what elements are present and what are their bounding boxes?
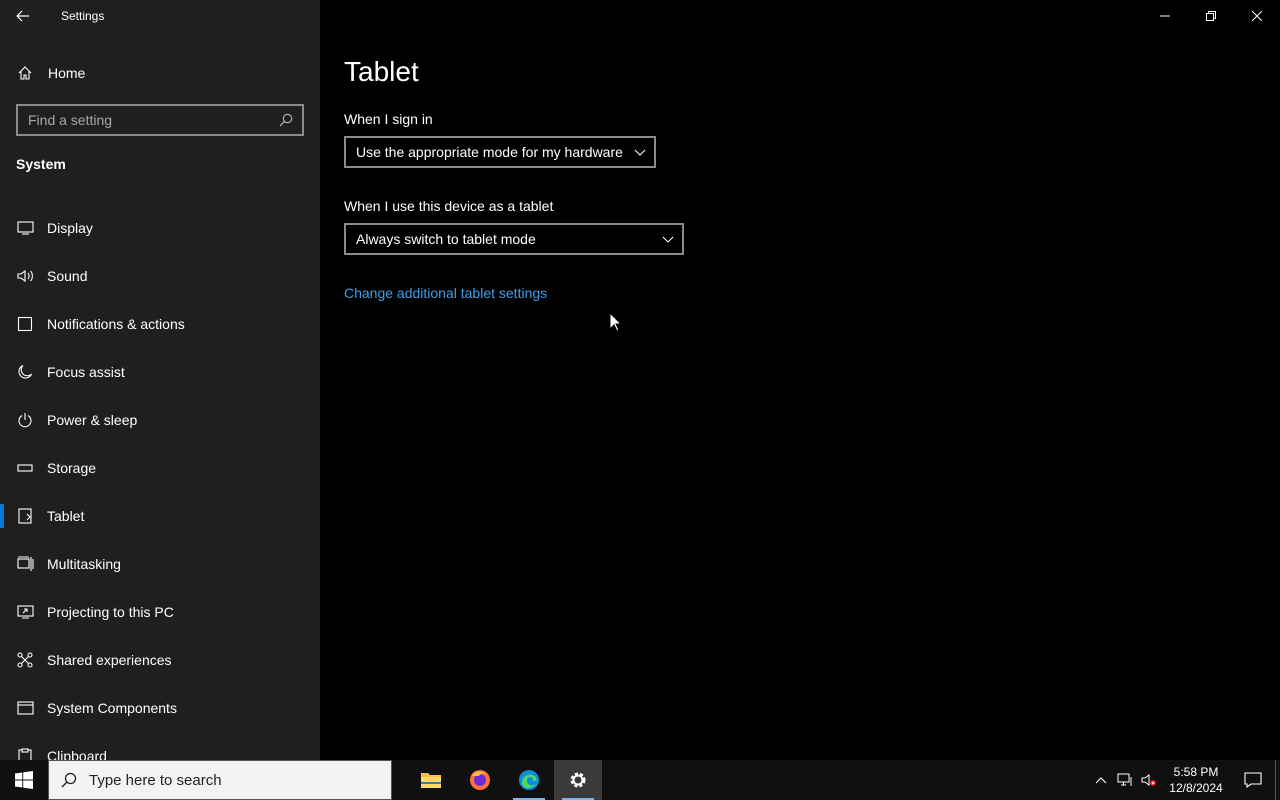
tablet-mode-value: Always switch to tablet mode xyxy=(356,231,536,247)
restore-icon xyxy=(1206,11,1216,21)
taskbar-search-box[interactable] xyxy=(48,760,392,800)
sign-in-label: When I sign in xyxy=(344,111,433,127)
tablet-use-label: When I use this device as a tablet xyxy=(344,198,554,214)
minimize-icon xyxy=(1160,15,1170,17)
multitasking-icon xyxy=(16,555,34,573)
folder-icon xyxy=(421,773,441,788)
sidebar-item-system-components[interactable]: System Components xyxy=(0,684,320,732)
chevron-up-icon xyxy=(1095,776,1107,783)
sidebar-item-tablet[interactable]: Tablet xyxy=(0,492,320,540)
sidebar-item-focus-assist[interactable]: Focus assist xyxy=(0,348,320,396)
power-icon xyxy=(16,411,34,429)
storage-icon xyxy=(16,459,34,477)
sidebar-nav: Display Sound Notifications & actions Fo… xyxy=(0,204,320,760)
mouse-cursor-icon xyxy=(609,311,623,337)
close-button[interactable] xyxy=(1234,0,1280,32)
settings-app-button[interactable] xyxy=(554,760,602,800)
home-label: Home xyxy=(48,65,86,81)
additional-tablet-settings-link[interactable]: Change additional tablet settings xyxy=(344,285,547,301)
chevron-down-icon xyxy=(662,236,674,243)
close-icon xyxy=(1252,11,1262,21)
start-button[interactable] xyxy=(0,760,48,800)
restore-button[interactable] xyxy=(1188,0,1234,32)
notification-icon xyxy=(1244,772,1262,788)
sidebar-item-multitasking[interactable]: Multitasking xyxy=(0,540,320,588)
volume-muted-icon xyxy=(1141,774,1156,786)
title-bar: Settings xyxy=(0,0,320,32)
sidebar-item-label: Sound xyxy=(47,268,88,284)
display-icon xyxy=(16,219,34,237)
gear-icon xyxy=(570,772,586,788)
sidebar-item-clipboard[interactable]: Clipboard xyxy=(0,732,320,760)
sidebar-item-label: Focus assist xyxy=(47,364,125,380)
sidebar-item-display[interactable]: Display xyxy=(0,204,320,252)
sidebar-item-sound[interactable]: Sound xyxy=(0,252,320,300)
sign-in-mode-dropdown[interactable]: Use the appropriate mode for my hardware xyxy=(344,136,656,168)
sidebar-item-shared-experiences[interactable]: Shared experiences xyxy=(0,636,320,684)
sound-icon xyxy=(16,267,34,285)
home-icon xyxy=(17,65,33,81)
back-arrow-icon xyxy=(16,10,29,22)
window-controls xyxy=(1142,0,1280,32)
file-explorer-button[interactable] xyxy=(407,760,455,800)
components-icon xyxy=(16,699,34,717)
settings-search-input[interactable] xyxy=(18,112,270,128)
sidebar-item-label: System Components xyxy=(47,700,177,716)
main-content: Tablet When I sign in Use the appropriat… xyxy=(320,0,1280,760)
system-tray: 5:58 PM 12/8/2024 xyxy=(1089,760,1280,800)
sidebar-item-label: Multitasking xyxy=(47,556,121,572)
action-center-button[interactable] xyxy=(1231,760,1275,800)
section-header-system: System xyxy=(16,156,66,172)
sidebar-item-label: Notifications & actions xyxy=(47,316,185,332)
sidebar-item-projecting[interactable]: Projecting to this PC xyxy=(0,588,320,636)
show-desktop-button[interactable] xyxy=(1275,760,1280,800)
tablet-mode-dropdown[interactable]: Always switch to tablet mode xyxy=(344,223,684,255)
volume-button[interactable] xyxy=(1137,760,1161,800)
shared-icon xyxy=(16,651,34,669)
chevron-down-icon xyxy=(634,149,646,156)
sidebar-item-label: Shared experiences xyxy=(47,652,172,668)
sidebar-item-power-sleep[interactable]: Power & sleep xyxy=(0,396,320,444)
taskbar-search-input[interactable] xyxy=(89,771,391,789)
search-icon[interactable] xyxy=(270,106,302,134)
windows-logo-icon xyxy=(15,771,33,789)
search-icon xyxy=(49,772,89,788)
sidebar-item-label: Tablet xyxy=(47,508,85,524)
network-button[interactable] xyxy=(1113,760,1137,800)
sidebar-item-notifications[interactable]: Notifications & actions xyxy=(0,300,320,348)
sidebar-item-label: Projecting to this PC xyxy=(47,604,174,620)
sidebar-item-label: Display xyxy=(47,220,93,236)
sidebar-item-label: Clipboard xyxy=(47,748,107,760)
projecting-icon xyxy=(16,603,34,621)
tablet-icon xyxy=(16,507,34,525)
sidebar-item-label: Storage xyxy=(47,460,97,476)
edge-button[interactable] xyxy=(505,760,553,800)
moon-icon xyxy=(16,363,34,381)
notifications-icon xyxy=(16,315,34,333)
clock[interactable]: 5:58 PM 12/8/2024 xyxy=(1161,764,1231,796)
app-title: Settings xyxy=(61,9,105,23)
firefox-button[interactable] xyxy=(456,760,504,800)
page-title: Tablet xyxy=(344,56,419,87)
show-hidden-icons-button[interactable] xyxy=(1089,760,1113,800)
sidebar-item-home[interactable]: Home xyxy=(0,56,320,90)
sign-in-mode-value: Use the appropriate mode for my hardware xyxy=(356,144,623,160)
clock-time: 5:58 PM xyxy=(1173,765,1219,779)
settings-search-box[interactable] xyxy=(16,104,304,136)
taskbar: 5:58 PM 12/8/2024 xyxy=(0,760,1280,800)
clock-date: 12/8/2024 xyxy=(1169,781,1223,795)
sidebar-item-label: Power & sleep xyxy=(47,412,138,428)
sidebar: Settings Home System Display Sound Notif… xyxy=(0,0,320,760)
sidebar-item-storage[interactable]: Storage xyxy=(0,444,320,492)
network-icon xyxy=(1117,773,1132,786)
back-button[interactable] xyxy=(0,0,46,32)
firefox-icon xyxy=(470,770,490,790)
minimize-button[interactable] xyxy=(1142,0,1188,32)
clipboard-icon xyxy=(16,747,34,760)
edge-icon xyxy=(519,770,539,790)
